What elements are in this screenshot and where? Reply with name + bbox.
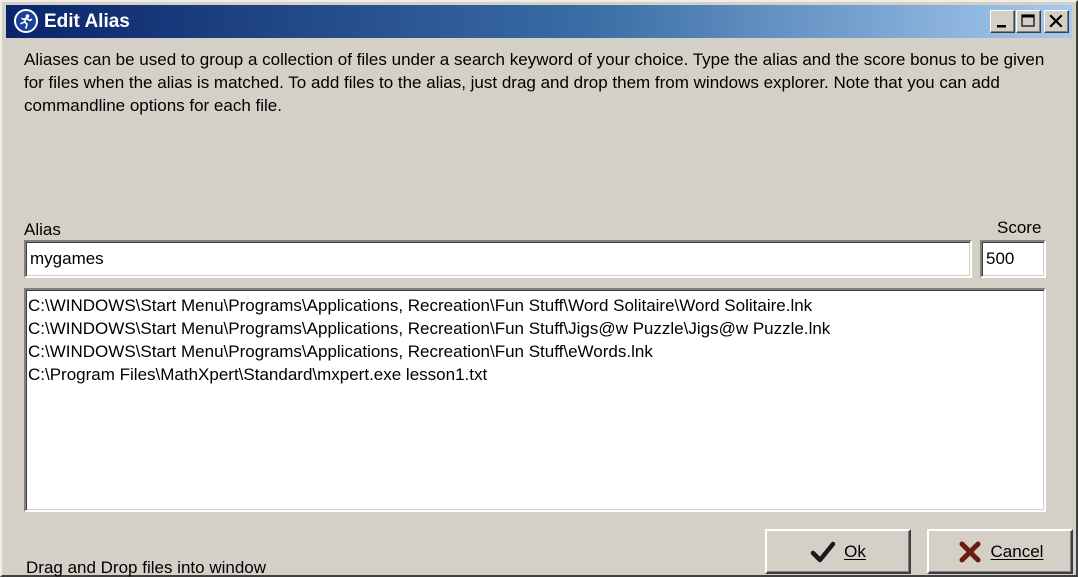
runner-icon[interactable] <box>14 9 38 33</box>
maximize-icon <box>1021 14 1035 27</box>
alias-input[interactable] <box>24 240 972 278</box>
list-item[interactable]: C:\WINDOWS\Start Menu\Programs\Applicati… <box>28 340 1042 363</box>
cancel-label: Cancel <box>990 541 1044 561</box>
ok-button[interactable]: Ok <box>765 529 911 574</box>
file-list[interactable]: C:\WINDOWS\Start Menu\Programs\Applicati… <box>24 288 1046 512</box>
list-item[interactable]: C:\WINDOWS\Start Menu\Programs\Applicati… <box>28 317 1042 340</box>
close-icon <box>1049 14 1063 28</box>
score-label: Score <box>997 218 1042 237</box>
list-item[interactable]: C:\WINDOWS\Start Menu\Programs\Applicati… <box>28 294 1042 317</box>
minimize-icon <box>997 25 1006 28</box>
status-text: Drag and Drop files into window <box>26 558 267 577</box>
maximize-button[interactable] <box>1016 10 1041 33</box>
minimize-button[interactable] <box>990 10 1015 33</box>
description-text: Aliases can be used to group a collectio… <box>24 50 1045 115</box>
close-button[interactable] <box>1044 10 1069 33</box>
alias-label: Alias <box>24 220 61 239</box>
cancel-button[interactable]: Cancel <box>927 529 1073 574</box>
score-input[interactable] <box>980 240 1046 278</box>
ok-label: Ok <box>844 541 866 561</box>
checkmark-icon <box>810 541 836 562</box>
title-bar[interactable]: Edit Alias <box>6 5 1072 38</box>
edit-alias-window: Edit Alias Aliases can be used to group … <box>0 0 1078 577</box>
window-title: Edit Alias <box>44 11 130 32</box>
list-item[interactable]: C:\Program Files\MathXpert\Standard\mxpe… <box>28 363 1042 386</box>
x-icon <box>959 541 981 562</box>
